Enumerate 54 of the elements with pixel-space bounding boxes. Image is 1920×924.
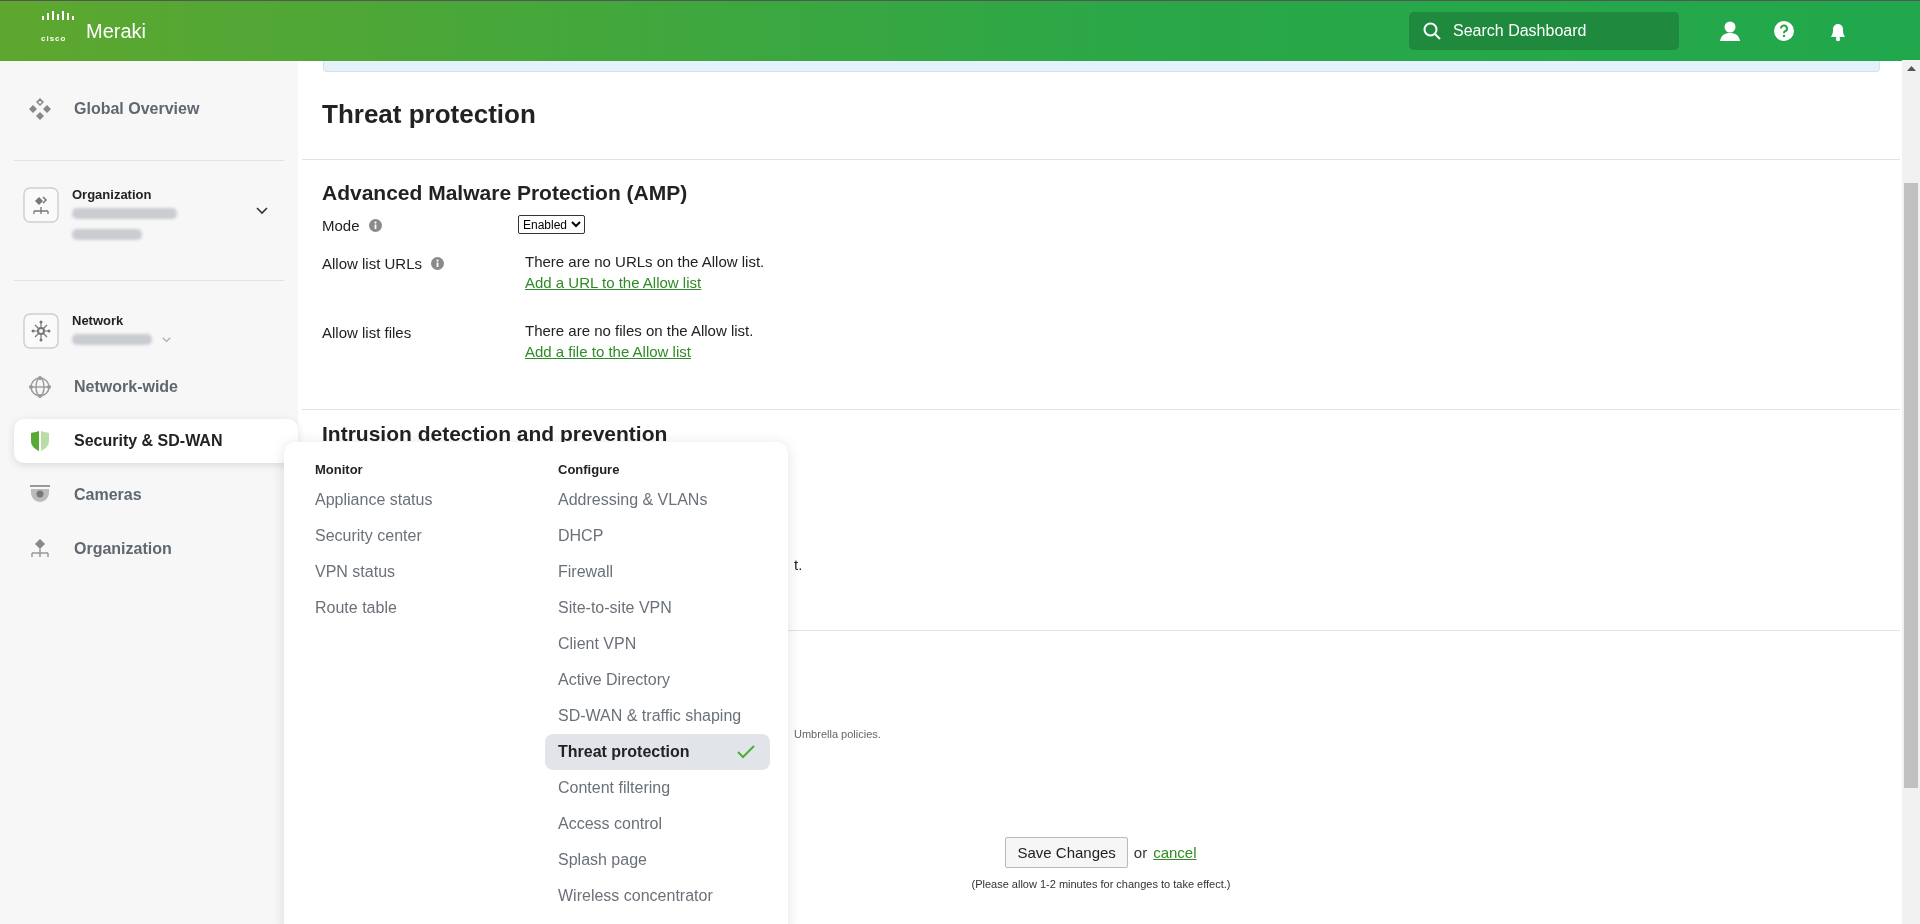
save-button[interactable]: Save Changes	[1005, 837, 1128, 868]
checkmark-icon	[737, 745, 755, 759]
user-icon[interactable]	[1719, 20, 1741, 42]
section-heading: Advanced Malware Protection (AMP)	[322, 180, 689, 206]
nav-item[interactable]: Cameras	[14, 473, 284, 517]
scrollbar-thumb[interactable]	[1904, 183, 1918, 788]
menu-item[interactable]: Active Directory	[545, 662, 770, 698]
description-text: Umbrella policies.	[794, 728, 881, 740]
add-link[interactable]: Add a URL to the Allow list	[525, 274, 765, 291]
save-note: (Please allow 1-2 minutes for changes to take effect.)	[971, 878, 1231, 890]
nav-item[interactable]: Organization	[14, 527, 284, 571]
description-text: t.	[794, 556, 803, 573]
menu-item[interactable]: Threat protection	[545, 734, 770, 770]
picker-label: Organization	[72, 187, 153, 202]
picker-label: Network	[72, 313, 125, 328]
organization-icon	[23, 187, 59, 223]
nav-item[interactable]: Network-wide	[14, 365, 284, 409]
scope-picker[interactable]: Organization	[14, 177, 284, 264]
shield-icon	[28, 429, 52, 453]
scope-picker[interactable]: Network	[14, 303, 284, 365]
search-field[interactable]: Search Dashboard	[1451, 21, 1675, 41]
logo-text: Meraki	[86, 19, 146, 43]
network-hub-icon	[23, 313, 59, 349]
menu-heading: Monitor	[315, 462, 364, 477]
section-heading: Intrusion detection and prevention	[322, 421, 669, 447]
globe-icon	[28, 375, 52, 399]
menu-item[interactable]: SD-WAN & traffic shaping	[545, 698, 770, 734]
search-icon	[1423, 22, 1441, 40]
add-link[interactable]: Add a file to the Allow list	[525, 343, 754, 360]
field-label: Allow list URLs	[322, 255, 423, 272]
field-label: Allow list files	[322, 324, 412, 341]
menu-heading: Configure	[558, 462, 621, 477]
cancel-link[interactable]: cancel	[1153, 844, 1197, 861]
menu-item[interactable]: Content filtering	[545, 770, 770, 806]
menu-item[interactable]: Wireless concentrator	[545, 878, 770, 914]
or-text: or	[1133, 844, 1148, 861]
diamonds-icon	[28, 97, 52, 121]
nav-item[interactable]: Global Overview	[14, 87, 284, 131]
logo-mark: cisco	[41, 33, 68, 43]
scrollbar[interactable]	[1902, 60, 1920, 924]
search-bar[interactable]: Search Dashboard	[1409, 12, 1679, 50]
chevron-down-icon	[162, 336, 171, 343]
field-label: Mode	[322, 217, 360, 234]
menu-item[interactable]: Splash page	[545, 842, 770, 878]
empty-list-text: There are no files on the Allow list.	[525, 322, 754, 339]
menu-item[interactable]: Access control	[545, 806, 770, 842]
menu-item[interactable]: Client VPN	[545, 626, 770, 662]
chevron-down-icon	[256, 207, 268, 215]
empty-list-text: There are no URLs on the Allow list.	[525, 253, 765, 270]
page-title: Threat protection	[322, 98, 537, 130]
help-icon[interactable]	[1773, 20, 1795, 42]
redacted-value	[72, 229, 142, 240]
mode-select[interactable]: Enabled	[518, 215, 585, 234]
nav-item[interactable]: Security & SD-WAN	[14, 419, 298, 463]
